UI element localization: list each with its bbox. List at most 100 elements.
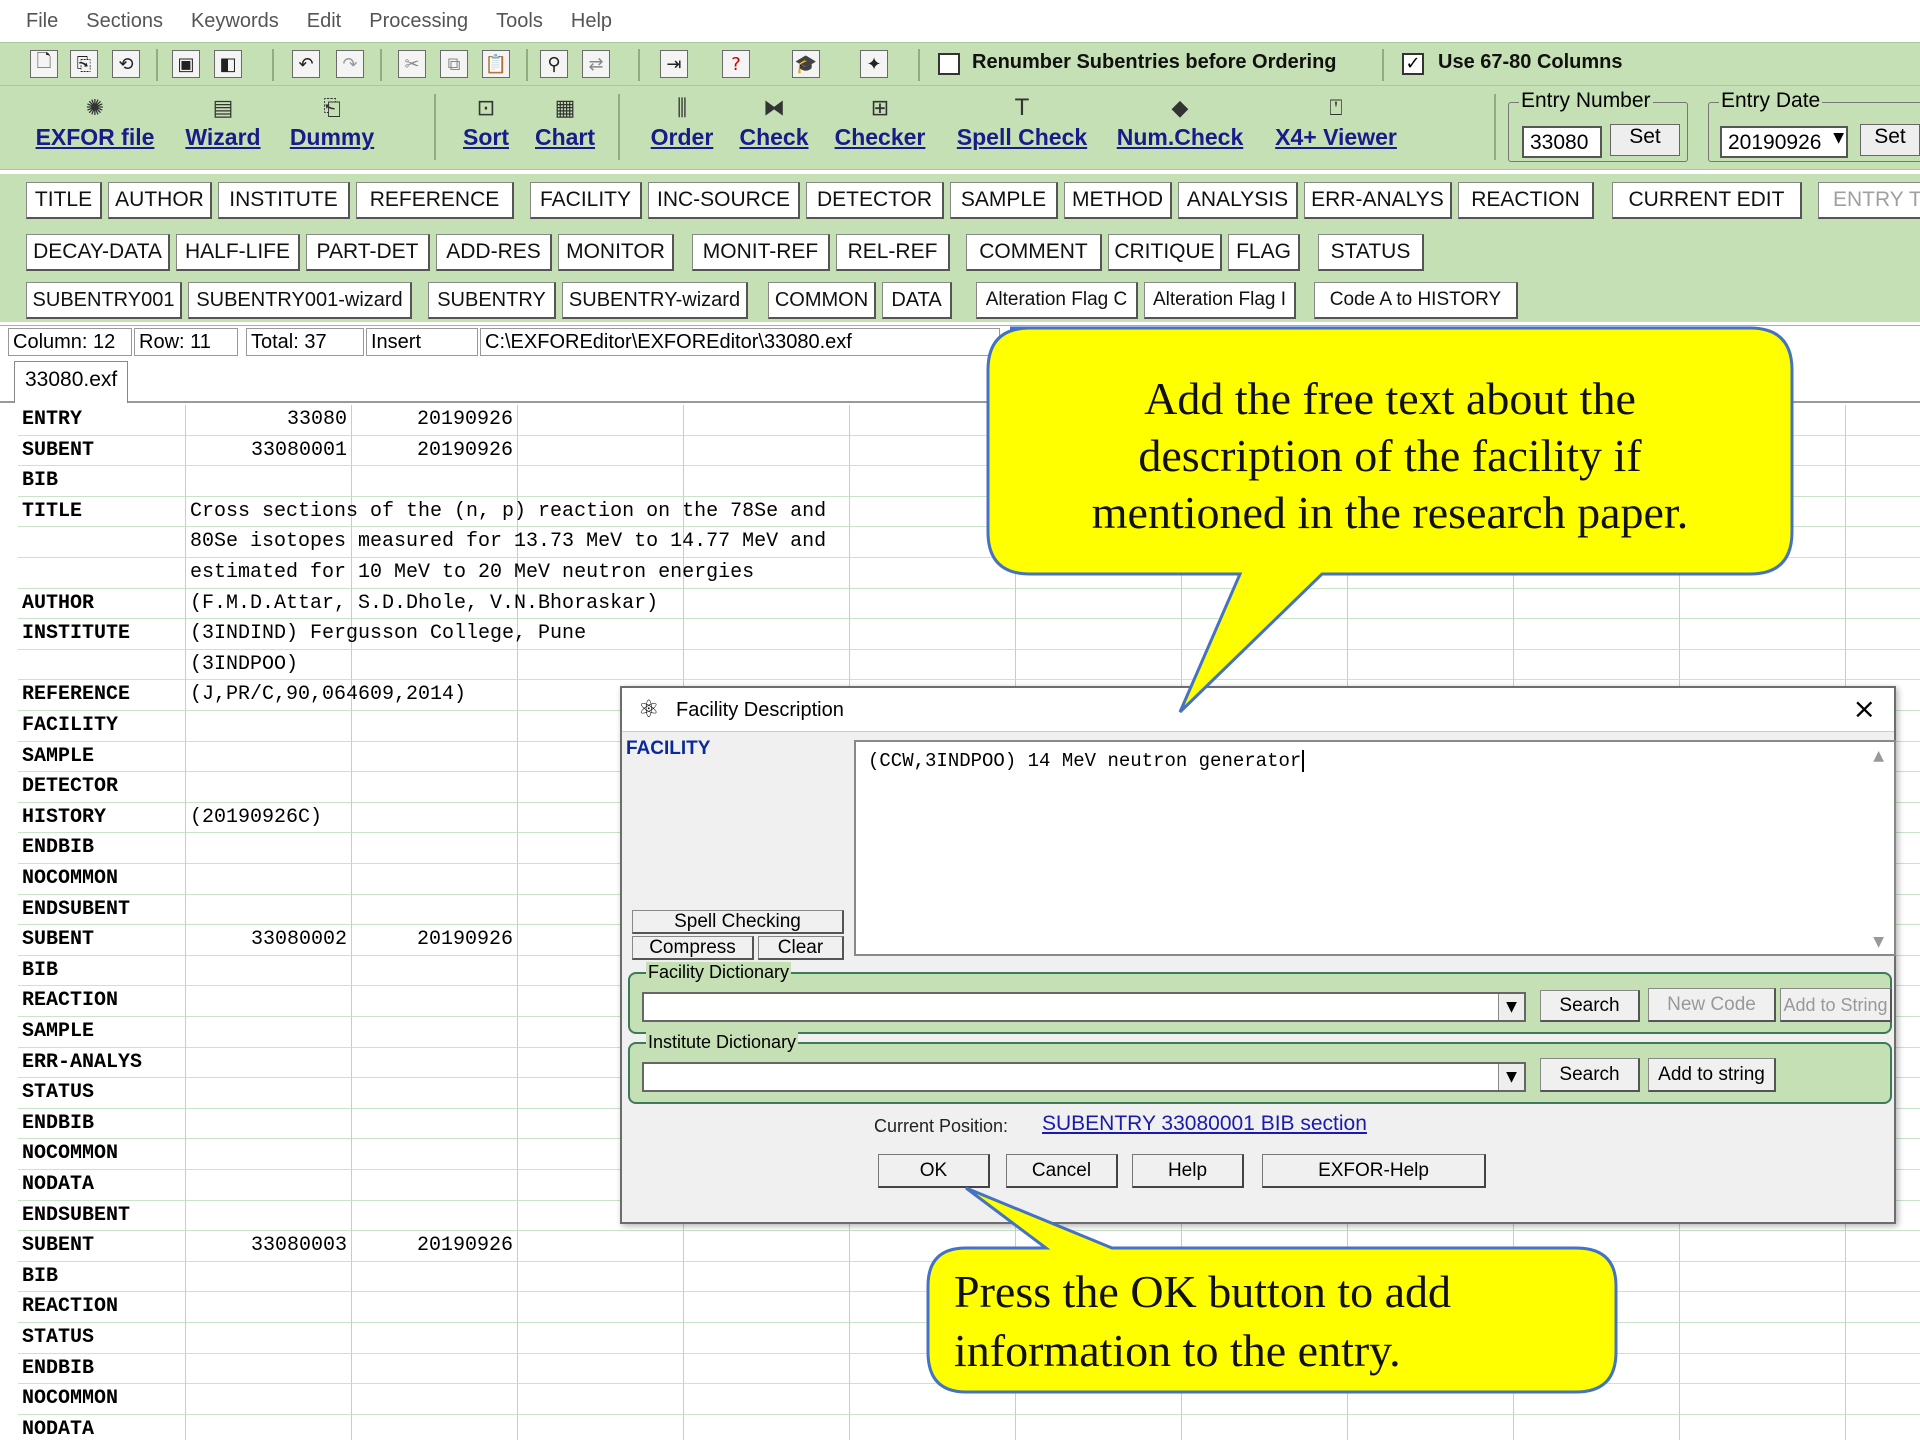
- paste-icon[interactable]: 📋: [482, 50, 510, 78]
- grid-cell[interactable]: [684, 1323, 850, 1354]
- grid-keyword-cell[interactable]: BIB: [18, 1261, 186, 1293]
- grid-cell[interactable]: [1846, 619, 1920, 650]
- grid-cell[interactable]: [518, 1231, 684, 1262]
- save-all-icon[interactable]: ◧: [214, 50, 242, 78]
- redo-icon[interactable]: ↷: [336, 50, 364, 78]
- grid-value-cell[interactable]: [352, 894, 518, 926]
- section-sample-button[interactable]: SAMPLE: [950, 182, 1058, 219]
- grid-cell[interactable]: [1846, 466, 1920, 497]
- section-author-button[interactable]: AUTHOR: [108, 182, 212, 219]
- grid-value-cell[interactable]: [352, 1353, 518, 1385]
- grid-value-cell[interactable]: [186, 1292, 352, 1323]
- section-institute-button[interactable]: INSTITUTE: [218, 182, 350, 219]
- grid-cell[interactable]: [1680, 1261, 1846, 1293]
- grid-value-cell[interactable]: [352, 466, 518, 497]
- grid-value-cell[interactable]: [186, 955, 352, 987]
- grid-cell[interactable]: [850, 1414, 1016, 1440]
- grid-value-cell[interactable]: [352, 1139, 518, 1170]
- wizard-button[interactable]: ▤ Wizard: [178, 96, 268, 151]
- grid-cell[interactable]: [1680, 1353, 1846, 1385]
- section-facility-button[interactable]: FACILITY: [530, 182, 642, 219]
- undo-icon[interactable]: ↶: [292, 50, 320, 78]
- grid-value-cell[interactable]: [186, 1384, 352, 1415]
- exit-icon[interactable]: ⇥: [660, 50, 688, 78]
- grid-cell[interactable]: [518, 1292, 684, 1323]
- section-monit-ref-button[interactable]: MONIT-REF: [692, 234, 830, 271]
- grid-keyword-cell[interactable]: SUBENT: [18, 1231, 186, 1262]
- entry-tab-button[interactable]: ENTRY T: [1818, 182, 1920, 219]
- entry-number-field[interactable]: 33080: [1522, 126, 1602, 158]
- help-icon[interactable]: ?: [722, 50, 750, 78]
- grid-value-cell[interactable]: 80Se isotopes measured for 13.73 MeV to …: [186, 527, 826, 558]
- menu-keywords[interactable]: Keywords: [177, 10, 293, 33]
- checker-button[interactable]: ⊞ Checker: [828, 96, 932, 151]
- grid-keyword-cell[interactable]: [18, 558, 186, 589]
- subentry-button[interactable]: SUBENTRY: [428, 282, 556, 319]
- grid-value-cell[interactable]: [186, 864, 352, 895]
- hat-icon[interactable]: 🎓: [792, 50, 820, 78]
- replace-icon[interactable]: ⇄: [582, 50, 610, 78]
- grid-cell[interactable]: [518, 466, 684, 497]
- grid-value-cell[interactable]: [186, 1108, 352, 1140]
- grid-value-cell[interactable]: [186, 894, 352, 926]
- grid-cell[interactable]: [684, 405, 850, 436]
- menu-file[interactable]: File: [12, 10, 72, 33]
- grid-keyword-cell[interactable]: [18, 527, 186, 558]
- chevron-down-icon[interactable]: ▼: [1498, 994, 1524, 1020]
- grid-cell[interactable]: [684, 649, 850, 681]
- grid-value-cell[interactable]: Cross sections of the (n, p) reaction on…: [186, 496, 826, 528]
- grid-keyword-cell[interactable]: SUBENT: [18, 435, 186, 467]
- grid-keyword-cell[interactable]: SUBENT: [18, 925, 186, 956]
- grid-cell[interactable]: [518, 1353, 684, 1385]
- institute-add-to-string-button[interactable]: Add to string: [1648, 1058, 1776, 1092]
- section-decay-data-button[interactable]: DECAY-DATA: [26, 234, 170, 271]
- facility-dictionary-select[interactable]: ▼: [642, 992, 1526, 1022]
- grid-keyword-cell[interactable]: BIB: [18, 955, 186, 987]
- grid-cell[interactable]: [684, 1414, 850, 1440]
- section-reaction-button[interactable]: REACTION: [1458, 182, 1594, 219]
- grid-value-cell[interactable]: [352, 741, 518, 773]
- grid-cell[interactable]: [684, 1231, 850, 1262]
- grid-cell[interactable]: [518, 1414, 684, 1440]
- grid-cell[interactable]: [1846, 650, 1920, 681]
- grid-cell[interactable]: [1680, 1231, 1846, 1262]
- grid-value-cell[interactable]: [352, 1261, 518, 1293]
- section-comment-button[interactable]: COMMENT: [966, 234, 1102, 271]
- grid-keyword-cell[interactable]: SAMPLE: [18, 741, 186, 773]
- grid-keyword-cell[interactable]: REFERENCE: [18, 680, 186, 711]
- grid-cell[interactable]: [1680, 1384, 1846, 1415]
- section-inc-source-button[interactable]: INC-SOURCE: [648, 182, 800, 219]
- institute-search-button[interactable]: Search: [1540, 1058, 1640, 1092]
- grid-keyword-cell[interactable]: ENTRY: [18, 405, 186, 436]
- grid-keyword-cell[interactable]: NOCOMMON: [18, 864, 186, 895]
- close-icon[interactable]: ×: [1853, 692, 1876, 725]
- section-status-button[interactable]: STATUS: [1318, 234, 1424, 271]
- grid-keyword-cell[interactable]: ENDBIB: [18, 1353, 186, 1385]
- grid-value-cell[interactable]: 33080: [186, 405, 352, 436]
- grid-value-cell[interactable]: [352, 772, 518, 803]
- check-button[interactable]: ⧓ Check: [734, 96, 814, 151]
- grid-keyword-cell[interactable]: ENDSUBENT: [18, 894, 186, 926]
- grid-value-cell[interactable]: (3INDPOO): [186, 649, 352, 681]
- grid-keyword-cell[interactable]: INSTITUTE: [18, 619, 186, 650]
- facility-text-input[interactable]: (CCW,3INDPOO) 14 MeV neutron generator ▲…: [854, 740, 1896, 956]
- grid-cell[interactable]: [684, 619, 850, 650]
- grid-cell[interactable]: [1846, 1262, 1920, 1293]
- section-rel-ref-button[interactable]: REL-REF: [836, 234, 950, 271]
- common-button[interactable]: COMMON: [768, 282, 876, 319]
- section-flag-button[interactable]: FLAG: [1228, 234, 1300, 271]
- x4-viewer-button[interactable]: ⍞ X4+ Viewer: [1266, 96, 1406, 151]
- grid-value-cell[interactable]: [186, 1261, 352, 1293]
- grid-keyword-cell[interactable]: NOCOMMON: [18, 1384, 186, 1415]
- grid-keyword-cell[interactable]: HISTORY: [18, 802, 186, 834]
- section-part-det-button[interactable]: PART-DET: [306, 234, 430, 271]
- subentry001-wizard-button[interactable]: SUBENTRY001-wizard: [188, 282, 412, 319]
- add-to-string-button[interactable]: Add to String: [1780, 988, 1892, 1022]
- grid-value-cell[interactable]: [352, 1292, 518, 1323]
- grid-keyword-cell[interactable]: FACILITY: [18, 711, 186, 742]
- grid-cell[interactable]: [1680, 1414, 1846, 1440]
- grid-keyword-cell[interactable]: STATUS: [18, 1078, 186, 1109]
- grid-keyword-cell[interactable]: ENDBIB: [18, 833, 186, 864]
- subentry001-button[interactable]: SUBENTRY001: [26, 282, 182, 319]
- section-critique-button[interactable]: CRITIQUE: [1108, 234, 1222, 271]
